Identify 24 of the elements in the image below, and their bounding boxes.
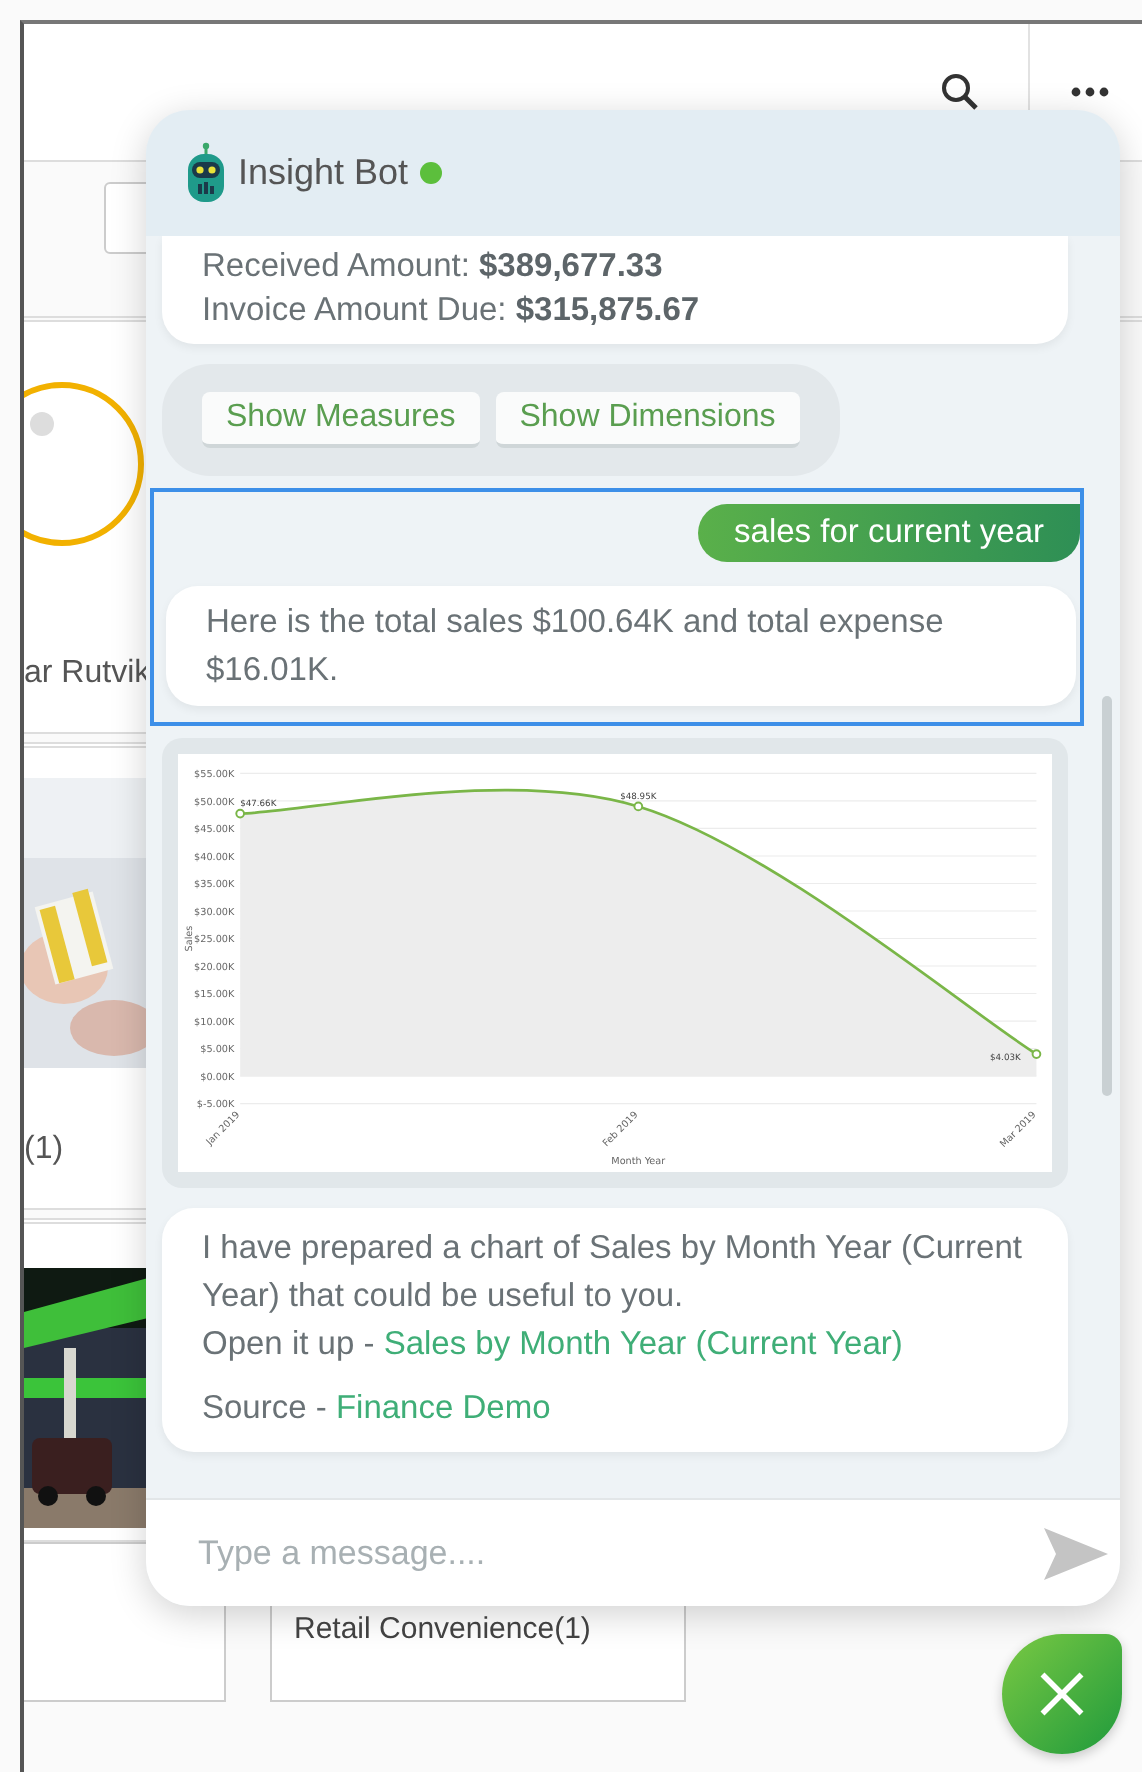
close-icon: [1036, 1668, 1088, 1720]
data-point: [235, 808, 245, 819]
message-line: Received Amount: $389,677.33: [202, 246, 665, 288]
message-input[interactable]: Type a message....: [146, 1498, 1120, 1606]
card-caption: (1): [24, 1132, 64, 1168]
data-point: [1031, 1049, 1042, 1059]
scrollbar[interactable]: [1102, 696, 1112, 1096]
report-text: I have prepared a chart of Sales by Month Year (Current Year) that could be useful to you. Open it up - Sales by Month Year (Current Year): [202, 1227, 1024, 1366]
selected-exchange[interactable]: sales for current year Here is the total sales $100.64K and total expense $16.01K.: [150, 488, 1084, 726]
search-icon[interactable]: [940, 72, 980, 112]
source-link[interactable]: Finance Demo: [335, 1389, 551, 1426]
bot-message: Here is the total sales $100.64K and total expense $16.01K.: [166, 586, 1076, 706]
source-text: Source - Finance Demo: [202, 1387, 553, 1430]
user-message: sales for current year: [698, 504, 1080, 562]
action-button[interactable]: Show Measures: [202, 392, 480, 448]
card-caption: ar Rutvik: [24, 656, 151, 692]
report-link[interactable]: Sales by Month Year (Current Year): [383, 1325, 903, 1362]
robot-icon: [186, 141, 226, 205]
send-icon[interactable]: [1044, 1527, 1108, 1579]
more-icon[interactable]: [1070, 86, 1110, 98]
data-point: [633, 801, 644, 812]
action-button[interactable]: Show Dimensions: [495, 392, 800, 448]
chat-title: Insight Bot: [238, 152, 409, 194]
card-caption: Retail Convenience(1): [294, 1612, 591, 1646]
